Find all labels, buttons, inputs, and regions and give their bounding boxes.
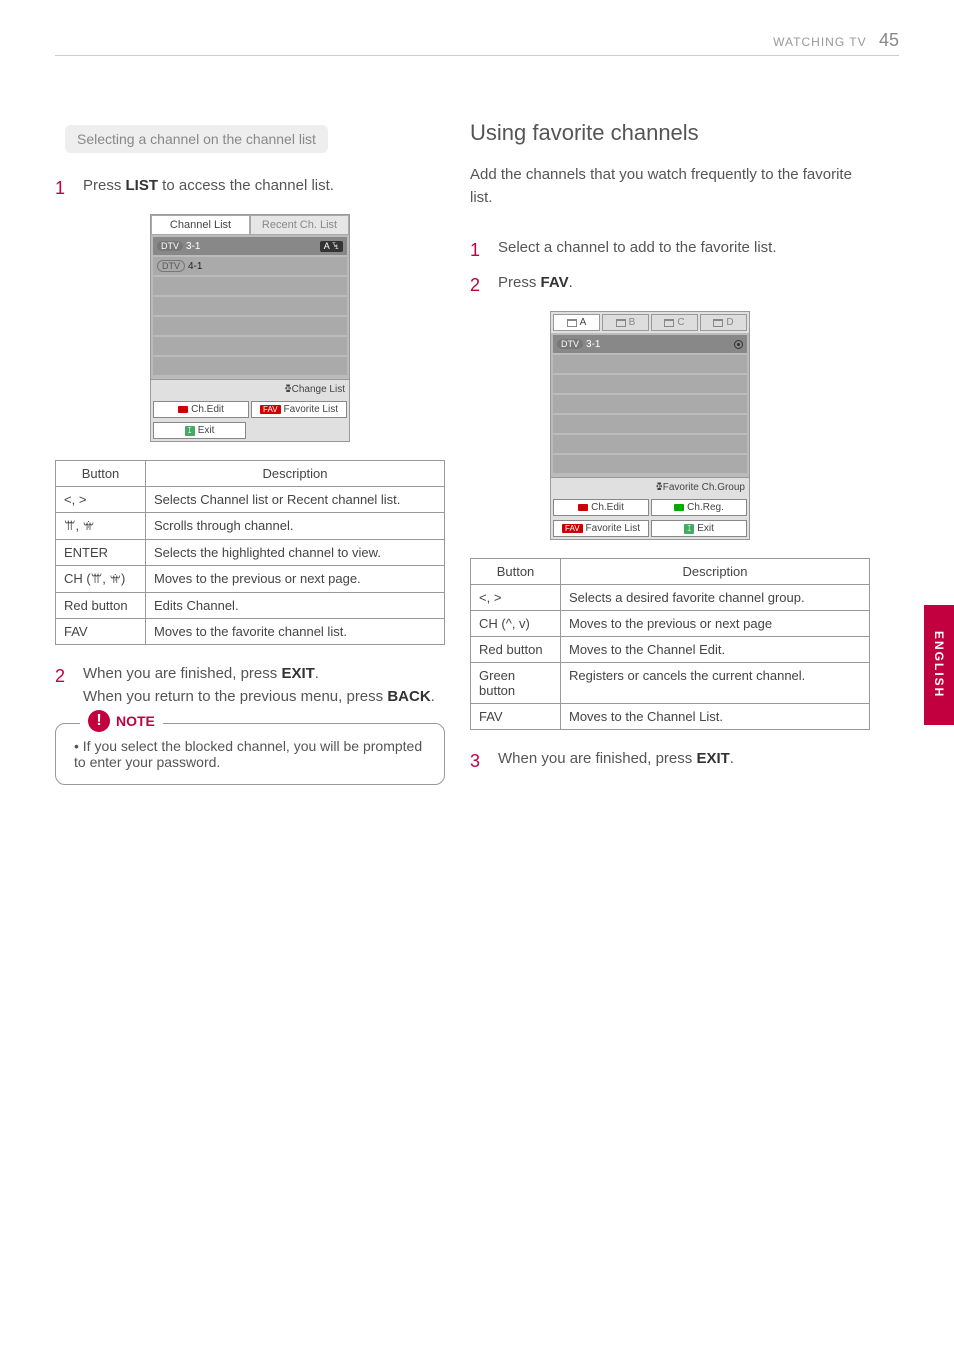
- exit-button[interactable]: ꕯExit: [153, 422, 246, 439]
- table-row: FAV Moves to the Channel List.: [471, 704, 870, 730]
- language-tab: ENGLISH: [924, 605, 954, 725]
- list-item[interactable]: DTV 3-1 A ꔃ: [153, 237, 347, 255]
- folder-icon: [616, 319, 626, 327]
- change-list-hint: ꔁChange List: [151, 379, 349, 399]
- channel-list-body: DTV 3-1 A ꔃ DTV 4-1: [151, 235, 349, 379]
- green-icon: [674, 504, 684, 511]
- left-step-1: 1 Press LIST to access the channel list.: [55, 175, 445, 202]
- favorite-list-button[interactable]: FAVFavorite List: [251, 401, 347, 418]
- left-column: Selecting a channel on the channel list …: [55, 125, 445, 785]
- ch-edit-button[interactable]: Ch.Edit: [553, 499, 649, 516]
- dtv-pill: DTV: [157, 260, 185, 272]
- header-section: WATCHING TV: [773, 35, 866, 49]
- th-button: Button: [56, 461, 146, 487]
- tab-recent-list[interactable]: Recent Ch. List: [250, 215, 349, 235]
- page-number: 45: [879, 30, 899, 50]
- right-step-3: 3 When you are finished, press EXIT.: [470, 748, 870, 775]
- list-item: [553, 455, 747, 473]
- table-row: <, >Selects a desired favorite channel g…: [471, 585, 870, 611]
- page-header: WATCHING TV 45: [773, 30, 899, 51]
- fav-tab-a[interactable]: A: [553, 314, 600, 331]
- fav-tab-b[interactable]: B: [602, 314, 649, 331]
- step-text: Press FAV.: [498, 272, 870, 299]
- list-item[interactable]: DTV 3-1: [553, 335, 747, 353]
- right-button-table: Button Description <, >Selects a desired…: [470, 558, 870, 730]
- table-row: Red buttonEdits Channel.: [56, 593, 445, 619]
- table-row: Red button Moves to the Channel Edit.: [471, 637, 870, 663]
- left-step-2: 2 When you are finished, press EXIT. Whe…: [55, 663, 445, 708]
- list-item: [153, 357, 347, 375]
- right-heading: Using favorite channels: [470, 120, 870, 146]
- step-number: 1: [55, 175, 83, 202]
- dtv-pill: DTV: [157, 241, 183, 251]
- exit-icon: ꕯ: [185, 426, 195, 436]
- dtv-pill: DTV: [557, 339, 583, 349]
- left-button-table: Button Description <, >Selects Channel l…: [55, 460, 445, 645]
- fav-icon: FAV: [562, 524, 583, 533]
- list-item: [153, 317, 347, 335]
- note-box: ! NOTE If you select the blocked channel…: [55, 723, 445, 785]
- fav-group-hint: ꔁFavorite Ch.Group: [551, 477, 749, 497]
- list-item: [153, 337, 347, 355]
- list-item: [553, 355, 747, 373]
- channel-list-ui: Channel List Recent Ch. List DTV 3-1 A ꔃ…: [150, 214, 350, 442]
- ch-reg-button[interactable]: Ch.Reg.: [651, 499, 747, 516]
- note-icon: !: [88, 710, 110, 732]
- table-row: CH (ꕌ, ꕍ)Moves to the previous or next p…: [56, 566, 445, 593]
- list-item[interactable]: DTV 4-1: [153, 257, 347, 275]
- th-description: Description: [146, 461, 445, 487]
- favorite-list-body: DTV 3-1: [551, 333, 749, 477]
- sort-badge: A ꔃ: [320, 241, 343, 252]
- right-step-1: 1 Select a channel to add to the favorit…: [470, 237, 870, 264]
- step-text: Select a channel to add to the favorite …: [498, 237, 870, 264]
- table-row: FAVMoves to the favorite channel list.: [56, 619, 445, 645]
- step-number: 2: [55, 663, 83, 708]
- favorite-list-button[interactable]: FAVFavorite List: [553, 520, 649, 537]
- right-intro: Add the channels that you watch frequent…: [470, 164, 870, 209]
- ch-edit-button[interactable]: Ch.Edit: [153, 401, 249, 418]
- favorite-ui: A B C D DTV 3-1 ꔁFavorite Ch.Group Ch.Ed…: [550, 311, 750, 540]
- note-label: ! NOTE: [80, 710, 163, 732]
- step-number: 3: [470, 748, 498, 775]
- folder-icon: [713, 319, 723, 327]
- target-icon: [734, 340, 743, 349]
- exit-button[interactable]: ꕯExit: [651, 520, 747, 537]
- step-text: When you are finished, press EXIT. When …: [83, 663, 445, 708]
- th-button: Button: [471, 559, 561, 585]
- table-row: <, >Selects Channel list or Recent chann…: [56, 487, 445, 513]
- header-rule: [55, 55, 899, 56]
- tab-channel-list[interactable]: Channel List: [151, 215, 250, 235]
- fav-tab-d[interactable]: D: [700, 314, 747, 331]
- subheading: Selecting a channel on the channel list: [65, 125, 328, 153]
- table-row: ENTERSelects the highlighted channel to …: [56, 540, 445, 566]
- list-item: [553, 415, 747, 433]
- note-text: If you select the blocked channel, you w…: [74, 738, 430, 770]
- list-item: [553, 435, 747, 453]
- folder-icon: [567, 319, 577, 327]
- list-item: [553, 395, 747, 413]
- red-icon: [178, 406, 188, 413]
- fav-icon: FAV: [260, 405, 281, 414]
- table-row: Green buttonRegisters or cancels the cur…: [471, 663, 870, 704]
- exit-icon: ꕯ: [684, 524, 694, 534]
- folder-icon: [664, 319, 674, 327]
- table-row: CH (^, v)Moves to the previous or next p…: [471, 611, 870, 637]
- step-text: When you are finished, press EXIT.: [498, 748, 870, 775]
- right-column: Using favorite channels Add the channels…: [470, 120, 870, 783]
- list-item: [153, 277, 347, 295]
- right-step-2: 2 Press FAV.: [470, 272, 870, 299]
- step-text: Press LIST to access the channel list.: [83, 175, 445, 202]
- list-item: [553, 375, 747, 393]
- fav-tab-c[interactable]: C: [651, 314, 698, 331]
- list-item: [153, 297, 347, 315]
- step-number: 1: [470, 237, 498, 264]
- th-description: Description: [561, 559, 870, 585]
- step-number: 2: [470, 272, 498, 299]
- table-row: ꕌ, ꕍScrolls through channel.: [56, 513, 445, 540]
- red-icon: [578, 504, 588, 511]
